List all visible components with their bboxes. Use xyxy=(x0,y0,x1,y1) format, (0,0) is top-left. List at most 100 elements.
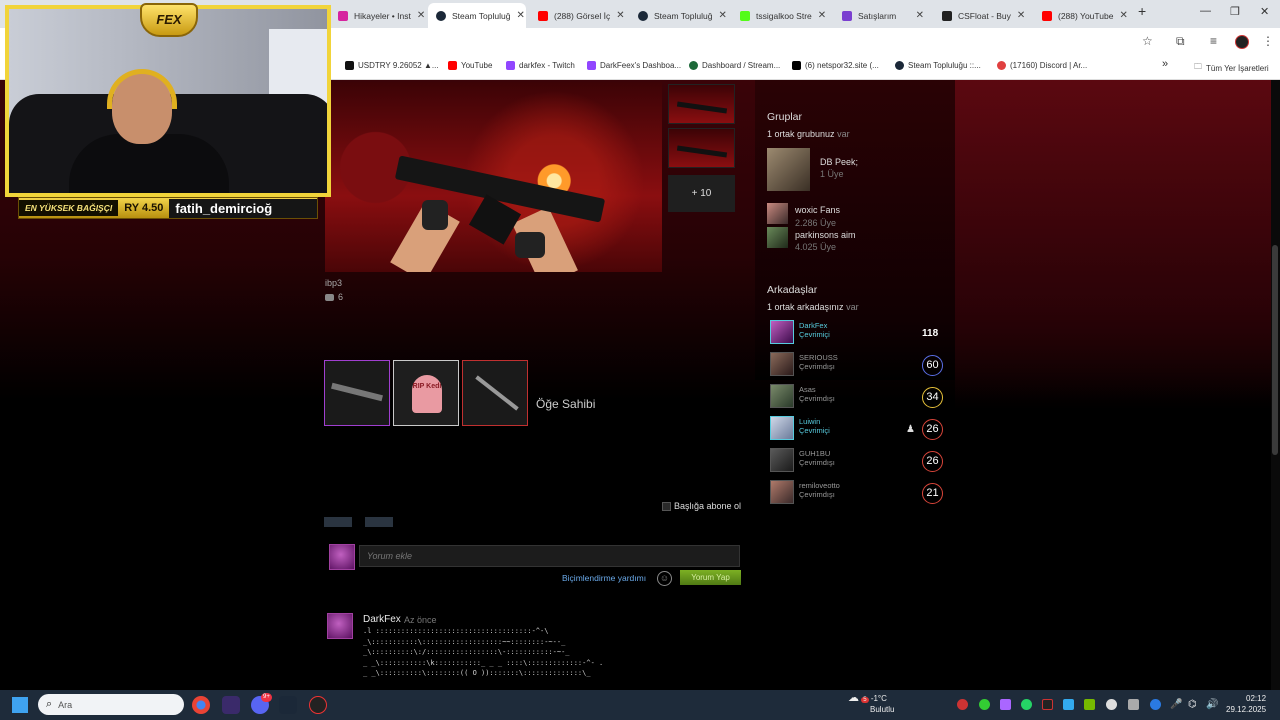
all-bookmarks-button[interactable]: 🗀 Tüm Yer İşaretleri xyxy=(1194,61,1269,75)
screenshot-comment-count[interactable]: 6 xyxy=(325,292,343,302)
tray-app-icon[interactable] xyxy=(1000,699,1011,710)
steam-icon[interactable] xyxy=(279,696,297,714)
bookmark-star-icon[interactable]: ☆ xyxy=(1142,34,1153,48)
tab-csfloat[interactable]: CSFloat - Buy ✕ xyxy=(934,3,1032,28)
nvidia-icon[interactable] xyxy=(1084,699,1095,710)
tab-sales[interactable]: Satışlarım ✕ xyxy=(834,3,932,28)
pagination-button[interactable] xyxy=(365,517,393,527)
friend-name[interactable]: DarkFex xyxy=(799,321,827,330)
group-name[interactable]: woxic Fans xyxy=(795,205,840,215)
bluetooth-icon[interactable] xyxy=(1150,699,1161,710)
close-tab-icon[interactable]: ✕ xyxy=(916,10,924,21)
more-screenshots-button[interactable]: + 10 xyxy=(668,175,735,212)
comment-author[interactable]: DarkFex xyxy=(363,614,401,625)
emoticon-icon[interactable]: ☺ xyxy=(657,571,672,586)
bookmark-item[interactable]: (17160) Discord | Ar... xyxy=(997,61,1087,70)
tab-youtube-2[interactable]: (288) YouTube ✕ xyxy=(1034,3,1132,28)
friend-avatar[interactable] xyxy=(770,320,794,344)
friend-name[interactable]: Asas xyxy=(799,385,816,394)
bookmark-item[interactable]: Steam Topluluğu ::... xyxy=(895,61,981,70)
weather-widget[interactable]: ☁ 5 -1°C Bulutlu xyxy=(848,693,894,715)
friends-common[interactable]: 1 ortak arkadaşınız var xyxy=(767,302,859,312)
bookmark-item[interactable]: USDTRY 9.26052 ▲... xyxy=(345,61,439,70)
friend-avatar[interactable] xyxy=(770,448,794,472)
bookmark-item[interactable]: DarkFeex's Dashboa... xyxy=(587,61,681,70)
obs-icon[interactable] xyxy=(309,696,327,714)
formatting-help-link[interactable]: Biçimlendirme yardımı xyxy=(562,573,646,583)
app-icon[interactable] xyxy=(222,696,240,714)
tab-steam-2[interactable]: Steam Topluluğ ✕ xyxy=(630,3,728,28)
group-name[interactable]: parkinsons aim xyxy=(795,230,856,240)
subscribe-checkbox[interactable]: Başlığa abone ol xyxy=(662,501,741,511)
close-tab-icon[interactable]: ✕ xyxy=(417,10,425,21)
pagination-button[interactable] xyxy=(324,517,352,527)
close-window-icon[interactable]: ✕ xyxy=(1260,5,1269,18)
maximize-icon[interactable]: ❐ xyxy=(1230,5,1240,18)
chrome-icon[interactable] xyxy=(192,696,210,714)
groups-title[interactable]: Gruplar xyxy=(767,111,802,123)
friend-name[interactable]: remiloveotto xyxy=(799,481,840,490)
checkbox-icon[interactable] xyxy=(662,501,671,511)
screenshot-thumbnail[interactable] xyxy=(668,128,735,168)
friend-avatar[interactable] xyxy=(770,352,794,376)
scrollbar-thumb[interactable] xyxy=(1272,245,1278,455)
bookmark-item[interactable]: darkfex - Twitch xyxy=(506,61,575,70)
friend-name[interactable]: GUH1BU xyxy=(799,449,830,458)
volume-icon[interactable]: 🔊 xyxy=(1206,699,1218,710)
group-avatar[interactable] xyxy=(767,227,788,248)
bookmark-item[interactable]: YouTube xyxy=(448,61,492,70)
tray-app-icon[interactable] xyxy=(1128,699,1139,710)
friend-avatar[interactable] xyxy=(770,384,794,408)
friend-name[interactable]: SERIOUSS xyxy=(799,353,838,362)
minimize-icon[interactable]: — xyxy=(1200,5,1211,17)
friend-avatar[interactable] xyxy=(770,480,794,504)
bookmarks-overflow-button[interactable]: » xyxy=(1162,58,1168,70)
close-tab-icon[interactable]: ✕ xyxy=(616,10,624,21)
new-tab-button[interactable]: + xyxy=(1138,3,1146,19)
discord-icon[interactable]: 9+ xyxy=(251,693,272,714)
tray-app-icon[interactable] xyxy=(979,699,990,710)
screenshot-showcase-main[interactable] xyxy=(325,82,662,272)
tab-youtube-1[interactable]: (288) Görsel İç ✕ xyxy=(530,3,628,28)
bookmark-item[interactable]: (6) netspor32.site (... xyxy=(792,61,879,70)
extensions-icon[interactable]: ⧉ xyxy=(1176,34,1185,49)
whatsapp-icon[interactable] xyxy=(1021,699,1032,710)
taskbar-search[interactable]: ⌕ Ara xyxy=(38,694,184,715)
friends-title[interactable]: Arkadaşlar xyxy=(767,284,817,296)
taskbar-clock[interactable]: 02:12 29.12.2025 xyxy=(1226,693,1266,715)
item-showcase-rifle[interactable] xyxy=(324,360,390,426)
screenshot-thumbnail[interactable] xyxy=(668,84,735,124)
tab-instagram[interactable]: Hikayeler • Inst ✕ xyxy=(330,3,426,28)
tray-app-icon[interactable] xyxy=(1042,699,1053,710)
tray-app-icon[interactable] xyxy=(1106,699,1117,710)
tray-app-icon[interactable] xyxy=(957,699,968,710)
close-tab-icon[interactable]: ✕ xyxy=(718,10,726,21)
microphone-icon[interactable]: 🎤 xyxy=(1170,699,1182,710)
tab-kick[interactable]: tssigalkoo Stre ✕ xyxy=(732,3,830,28)
profile-avatar[interactable] xyxy=(1235,35,1249,49)
post-comment-button[interactable]: Yorum Yap xyxy=(680,570,741,585)
friend-name[interactable]: Luiwin xyxy=(799,417,820,426)
item-showcase-sticker[interactable]: RIP Kedi xyxy=(393,360,459,426)
windows-start-icon[interactable] xyxy=(12,697,28,713)
tray-app-icon[interactable] xyxy=(1063,699,1074,710)
menu-icon[interactable]: ⋮ xyxy=(1262,34,1274,48)
network-icon[interactable]: ⌬ xyxy=(1188,699,1199,710)
comment-input[interactable]: Yorum ekle xyxy=(359,545,740,567)
close-tab-icon[interactable]: ✕ xyxy=(818,10,826,21)
close-tab-icon[interactable]: ✕ xyxy=(1017,10,1025,21)
tab-steam-active[interactable]: Steam Topluluğ ✕ xyxy=(428,3,526,28)
group-avatar[interactable] xyxy=(767,148,810,191)
comment-author-avatar[interactable] xyxy=(327,613,353,639)
background-glow xyxy=(955,80,1280,410)
group-avatar[interactable] xyxy=(767,203,788,224)
item-showcase-knife[interactable] xyxy=(462,360,528,426)
friend-avatar[interactable] xyxy=(770,416,794,440)
user-avatar[interactable] xyxy=(329,544,355,570)
close-tab-icon[interactable]: ✕ xyxy=(516,10,524,21)
groups-common[interactable]: 1 ortak grubunuz var xyxy=(767,129,850,139)
group-name[interactable]: DB Peek; xyxy=(820,157,858,167)
close-tab-icon[interactable]: ✕ xyxy=(1119,10,1127,21)
bookmark-item[interactable]: Dashboard / Stream... xyxy=(689,61,780,70)
media-control-icon[interactable]: ≡ xyxy=(1210,34,1217,48)
